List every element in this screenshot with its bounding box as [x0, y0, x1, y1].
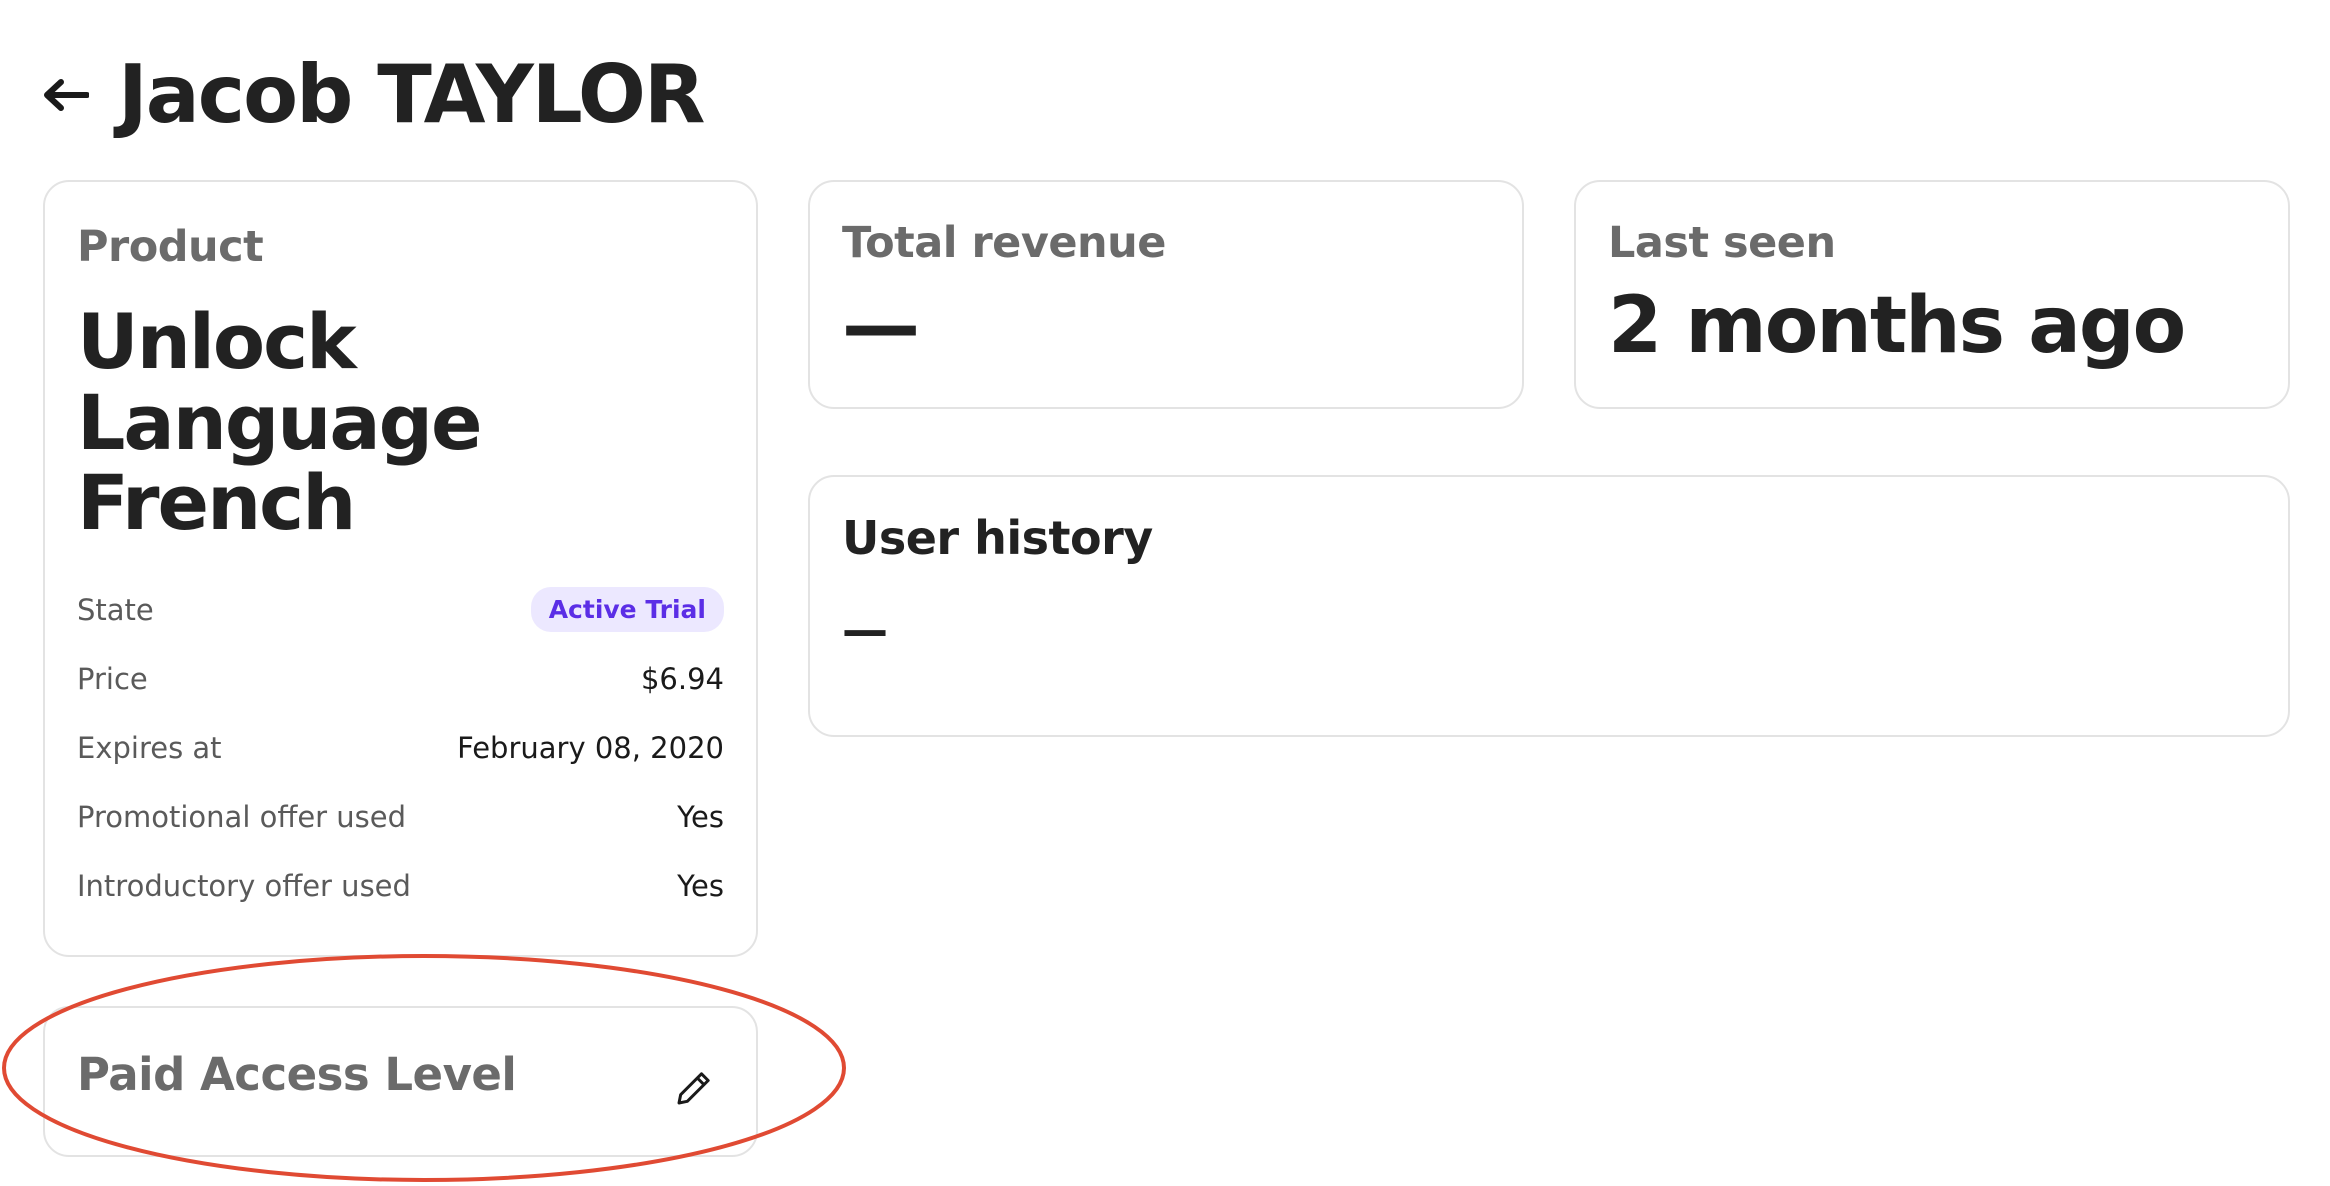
back-button[interactable]	[38, 67, 94, 123]
total-revenue-value: —	[842, 281, 920, 371]
detail-row-promotional: Promotional offer used Yes	[77, 782, 724, 851]
detail-row-expires: Expires at February 08, 2020	[77, 713, 724, 782]
page-title: Jacob TAYLOR	[118, 48, 706, 141]
last-seen-label: Last seen	[1608, 218, 1836, 268]
detail-value: $6.94	[640, 661, 724, 696]
product-label: Product	[77, 222, 264, 272]
detail-label: Introductory offer used	[77, 868, 411, 903]
detail-label: Expires at	[77, 730, 222, 765]
detail-row-state: State Active Trial	[77, 575, 724, 644]
detail-label: Price	[77, 661, 148, 696]
product-name: Unlock Language French	[77, 297, 483, 548]
product-details: State Active Trial Price $6.94 Expires a…	[77, 575, 724, 920]
detail-label: Promotional offer used	[77, 799, 407, 834]
detail-value: February 08, 2020	[457, 730, 724, 765]
status-badge: Active Trial	[530, 587, 724, 632]
paid-access-level-label: Paid Access Level	[77, 1048, 517, 1101]
user-history-value: —	[842, 603, 888, 657]
user-history-title: User history	[842, 511, 1153, 565]
product-card: Product Unlock Language French State Act…	[43, 180, 758, 957]
arrow-left-icon	[44, 79, 89, 111]
edit-access-level-button[interactable]	[668, 1062, 720, 1114]
detail-row-introductory: Introductory offer used Yes	[77, 851, 724, 920]
total-revenue-card: Total revenue —	[808, 180, 1524, 409]
detail-label: State	[77, 592, 154, 627]
last-seen-value: 2 months ago	[1608, 281, 2186, 371]
total-revenue-label: Total revenue	[842, 218, 1166, 268]
pencil-icon	[677, 1072, 710, 1105]
paid-access-level-card: Paid Access Level	[43, 1006, 758, 1157]
detail-row-price: Price $6.94	[77, 644, 724, 713]
user-history-card: User history —	[808, 475, 2290, 737]
detail-value: Yes	[677, 799, 724, 834]
page-header: Jacob TAYLOR	[38, 40, 706, 150]
last-seen-card: Last seen 2 months ago	[1574, 180, 2290, 409]
detail-value: Yes	[677, 868, 724, 903]
